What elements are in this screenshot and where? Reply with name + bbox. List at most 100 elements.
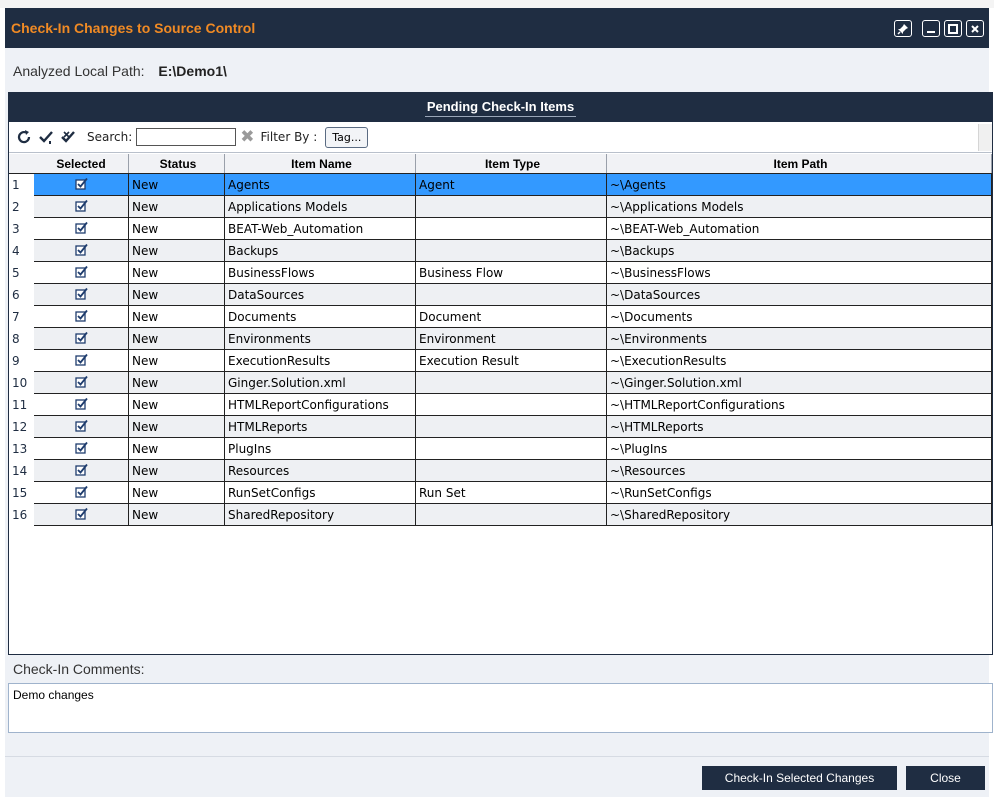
row-number: 7 — [9, 306, 34, 328]
column-header-status[interactable]: Status — [129, 154, 225, 173]
row-number: 16 — [9, 504, 34, 526]
item-type-cell — [416, 460, 607, 482]
selected-checkbox[interactable] — [34, 372, 129, 394]
close-window-button[interactable] — [966, 20, 984, 37]
item-name-cell: Backups — [225, 240, 416, 262]
table-row[interactable]: 12 New HTMLReports ~\HTMLReports — [9, 416, 992, 438]
selected-checkbox[interactable] — [34, 262, 129, 284]
selected-checkbox[interactable] — [34, 482, 129, 504]
item-path-cell: ~\Backups — [607, 240, 992, 262]
selected-checkbox[interactable] — [34, 350, 129, 372]
row-number: 1 — [9, 174, 34, 196]
refresh-button[interactable] — [15, 128, 33, 146]
row-number: 15 — [9, 482, 34, 504]
table-row[interactable]: 9 New ExecutionResults Execution Result ~\Ex… — [9, 350, 992, 372]
pin-button[interactable] — [894, 20, 912, 37]
item-type-cell — [416, 504, 607, 526]
item-name-cell: SharedRepository — [225, 504, 416, 526]
item-path-cell: ~\Applications Models — [607, 196, 992, 218]
table-row[interactable]: 8 New Environments Environment ~\Environment… — [9, 328, 992, 350]
selected-checkbox[interactable] — [34, 196, 129, 218]
selected-checkbox[interactable] — [34, 174, 129, 196]
selected-checkbox[interactable] — [34, 306, 129, 328]
filter-by-label: Filter By : — [260, 130, 318, 144]
uncheck-all-button[interactable] — [59, 128, 77, 146]
maximize-button[interactable] — [944, 20, 962, 37]
close-icon — [971, 24, 979, 33]
selected-checkbox[interactable] — [34, 438, 129, 460]
selected-checkbox[interactable] — [34, 240, 129, 262]
minimize-icon — [927, 30, 935, 33]
search-input[interactable] — [136, 128, 237, 146]
table-row[interactable]: 10 New Ginger.Solution.xml ~\Ginger.Solutio… — [9, 372, 992, 394]
item-name-cell: Ginger.Solution.xml — [225, 372, 416, 394]
item-type-cell — [416, 196, 607, 218]
table-row[interactable]: 3 New BEAT-Web_Automation ~\BEAT-Web_Automa… — [9, 218, 992, 240]
row-number: 11 — [9, 394, 34, 416]
item-name-cell: Applications Models — [225, 196, 416, 218]
row-number: 2 — [9, 196, 34, 218]
status-cell: New — [129, 328, 225, 350]
checkin-comments-textarea[interactable]: Demo changes — [8, 683, 993, 733]
checked-checkbox-icon — [74, 287, 88, 303]
table-row[interactable]: 5 New BusinessFlows Business Flow ~\Business… — [9, 262, 992, 284]
table-row[interactable]: 1 New Agents Agent ~\Agents — [9, 174, 992, 196]
maximize-icon — [948, 23, 958, 34]
item-path-cell: ~\ExecutionResults — [607, 350, 992, 372]
title-bar: Check-In Changes to Source Control — [5, 8, 989, 48]
item-type-cell — [416, 416, 607, 438]
status-cell: New — [129, 240, 225, 262]
item-type-cell — [416, 240, 607, 262]
check-all-button[interactable] — [37, 128, 55, 146]
column-header-item-path[interactable]: Item Path — [607, 154, 992, 173]
item-type-cell: Execution Result — [416, 350, 607, 372]
table-row[interactable]: 7 New Documents Document ~\Documents — [9, 306, 992, 328]
item-path-cell: ~\Environments — [607, 328, 992, 350]
analyzed-path-value: E:\Demo1\ — [158, 63, 227, 79]
table-row[interactable]: 13 New PlugIns ~\PlugIns — [9, 438, 992, 460]
item-path-cell: ~\Ginger.Solution.xml — [607, 372, 992, 394]
item-name-cell: PlugIns — [225, 438, 416, 460]
pending-items-grid: Selected Status Item Name Item Type Item… — [9, 154, 992, 526]
item-path-cell: ~\HTMLReports — [607, 416, 992, 438]
table-row[interactable]: 11 New HTMLReportConfigurations ~\HTMLRepor… — [9, 394, 992, 416]
column-header-item-type[interactable]: Item Type — [416, 154, 607, 173]
table-row[interactable]: 16 New SharedRepository ~\SharedRepository — [9, 504, 992, 526]
selected-checkbox[interactable] — [34, 416, 129, 438]
table-row[interactable]: 4 New Backups ~\Backups — [9, 240, 992, 262]
table-row[interactable]: 6 New DataSources ~\DataSources — [9, 284, 992, 306]
tag-filter-button[interactable]: Tag... — [325, 126, 369, 148]
status-cell: New — [129, 262, 225, 284]
checked-checkbox-icon — [74, 485, 88, 501]
column-header-selected[interactable]: Selected — [34, 154, 129, 173]
item-name-cell: BusinessFlows — [225, 262, 416, 284]
item-name-cell: BEAT-Web_Automation — [225, 218, 416, 240]
checkin-selected-button[interactable]: Check-In Selected Changes — [702, 766, 897, 790]
status-cell: New — [129, 350, 225, 372]
item-type-cell: Run Set — [416, 482, 607, 504]
row-number: 10 — [9, 372, 34, 394]
table-row[interactable]: 14 New Resources ~\Resources — [9, 460, 992, 482]
selected-checkbox[interactable] — [34, 218, 129, 240]
checkin-comments-label: Check-In Comments: — [13, 661, 145, 677]
analyzed-path-row: Analyzed Local Path: E:\Demo1\ — [13, 63, 227, 79]
item-type-cell — [416, 218, 607, 240]
close-button[interactable]: Close — [906, 766, 985, 790]
selected-checkbox[interactable] — [34, 460, 129, 482]
selected-checkbox[interactable] — [34, 394, 129, 416]
table-row[interactable]: 15 New RunSetConfigs Run Set ~\RunSetConfigs — [9, 482, 992, 504]
item-path-cell: ~\BEAT-Web_Automation — [607, 218, 992, 240]
minimize-button[interactable] — [922, 20, 940, 37]
clear-search-icon[interactable]: ✖ — [240, 127, 254, 147]
selected-checkbox[interactable] — [34, 284, 129, 306]
row-number: 14 — [9, 460, 34, 482]
selected-checkbox[interactable] — [34, 328, 129, 350]
grid-toolbar: Search: ✖ Filter By : Tag... — [9, 122, 992, 153]
checked-checkbox-icon — [74, 331, 88, 347]
toolbar-scrollbar[interactable] — [978, 124, 992, 151]
table-row[interactable]: 2 New Applications Models ~\Applications Mo… — [9, 196, 992, 218]
column-header-item-name[interactable]: Item Name — [225, 154, 416, 173]
dialog-body: Analyzed Local Path: E:\Demo1\ Pending C… — [5, 48, 993, 797]
status-cell: New — [129, 218, 225, 240]
selected-checkbox[interactable] — [34, 504, 129, 526]
